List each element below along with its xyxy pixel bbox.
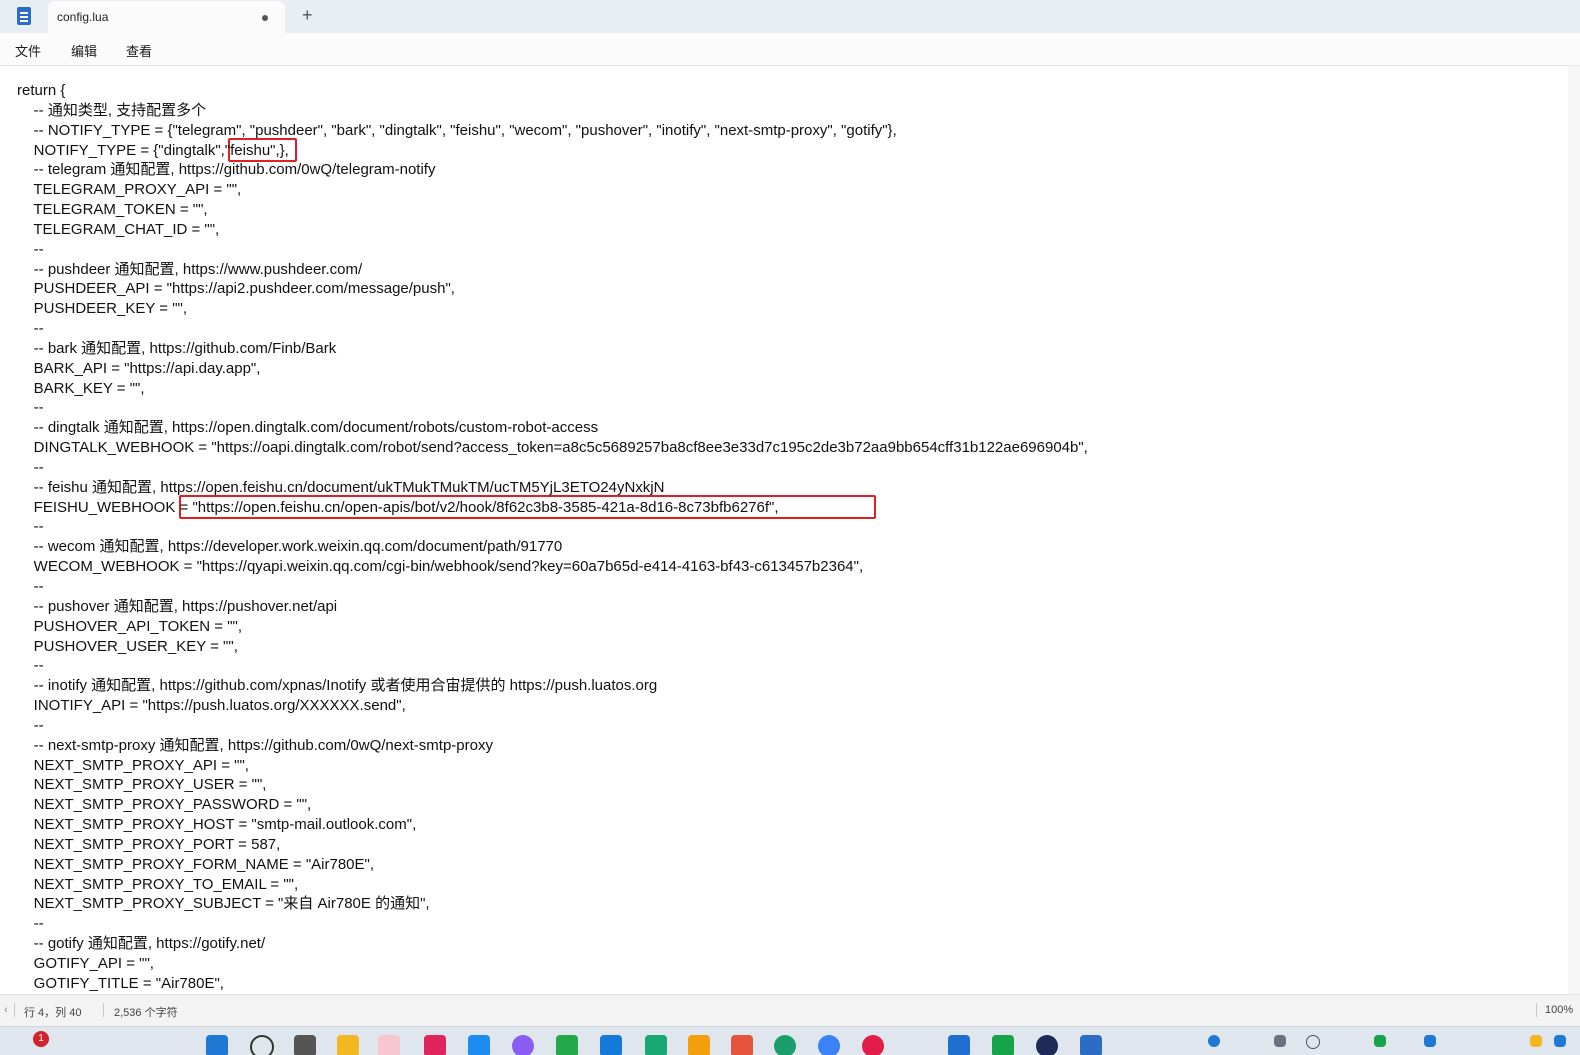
code-line: BARK_KEY = "", [17,379,145,397]
code-line: NEXT_SMTP_PROXY_HOST = "smtp-mail.outloo… [17,816,417,834]
code-line: PUSHDEER_KEY = "", [17,300,188,318]
tray-icon[interactable] [1554,1035,1566,1047]
code-line: -- bark 通知配置, https://github.com/Finb/Ba… [17,339,337,357]
code-line: -- gotify 通知配置, https://gotify.net/ [17,935,266,953]
notepad-app-icon [17,7,31,25]
text-editor[interactable]: return { -- 通知类型, 支持配置多个 -- NOTIFY_TYPE … [0,66,1568,994]
code-line: -- [17,240,44,258]
code-line: -- [17,915,44,933]
code-line: NEXT_SMTP_PROXY_FORM_NAME = "Air780E", [17,855,374,873]
search-icon[interactable] [250,1035,274,1055]
tray-icon[interactable] [1208,1035,1220,1047]
menu-view[interactable]: 查看 [126,41,152,60]
tray-icon[interactable] [1274,1035,1286,1047]
notepad-taskbar-icon[interactable] [1080,1035,1102,1055]
code-line: -- [17,657,44,675]
code-line: FEISHU_WEBHOOK = "https://open.feishu.cn… [17,498,779,516]
code-line: GOTIFY_TITLE = "Air780E", [17,974,224,992]
code-line: NOTIFY_TYPE = {"dingtalk","feishu",}, [17,141,289,159]
menu-edit[interactable]: 编辑 [71,41,97,60]
app-icon-purple[interactable] [512,1035,534,1055]
code-line: TELEGRAM_TOKEN = "", [17,201,208,219]
tray-icon[interactable] [1530,1035,1542,1047]
unsaved-dot-icon[interactable] [262,15,268,21]
code-line: -- [17,518,44,536]
app-icon-orange[interactable] [688,1035,710,1055]
code-line: -- wecom 通知配置, https://developer.work.we… [17,538,563,556]
edge-browser-icon[interactable] [774,1035,796,1055]
code-line: -- [17,578,44,595]
code-line: DINGTALK_WEBHOOK = "https://oapi.dingtal… [17,439,1088,457]
code-line: -- [17,320,44,338]
code-line: -- dingtalk 通知配置, https://open.dingtalk.… [17,419,599,437]
code-line: -- telegram 通知配置, https://github.com/0wQ… [17,161,436,179]
app-icon-dark[interactable] [1036,1035,1058,1055]
wechat-icon[interactable] [378,1035,400,1055]
code-line: -- next-smtp-proxy 通知配置, https://github.… [17,736,493,754]
zoom-level[interactable]: 100% [1545,1004,1573,1016]
vertical-scrollbar[interactable] [1568,66,1580,994]
task-view-icon[interactable] [294,1035,316,1055]
tab-bar: config.lua + [0,0,1580,33]
code-line: NEXT_SMTP_PROXY_API = "", [17,756,249,774]
code-line: INOTIFY_API = "https://push.luatos.org/X… [17,697,406,715]
scroll-left-icon[interactable]: ‹ [4,1004,8,1016]
code-line: TELEGRAM_CHAT_ID = "", [17,220,220,238]
new-tab-button[interactable]: + [302,5,313,25]
code-line: -- inotify 通知配置, https://github.com/xpna… [17,677,658,695]
app-icon-pink[interactable] [424,1035,446,1055]
status-divider [1536,1003,1537,1017]
code-line: NEXT_SMTP_PROXY_PORT = 587, [17,835,281,853]
tab-config-lua[interactable]: config.lua [48,1,285,33]
start-icon[interactable] [206,1035,228,1055]
code-line: NEXT_SMTP_PROXY_TO_EMAIL = "", [17,875,299,893]
taskbar: 1 [0,1026,1580,1055]
code-line: TELEGRAM_PROXY_API = "", [17,181,242,199]
code-line: PUSHOVER_API_TOKEN = "", [17,617,243,635]
code-line: NEXT_SMTP_PROXY_USER = "", [17,776,267,794]
app-icon-monitor[interactable] [992,1035,1014,1055]
code-line: WECOM_WEBHOOK = "https://qyapi.weixin.qq… [17,558,864,576]
code-line: -- feishu 通知配置, https://open.feishu.cn/d… [17,478,665,496]
code-line: BARK_API = "https://api.day.app", [17,359,261,377]
code-line: -- NOTIFY_TYPE = {"telegram", "pushdeer"… [17,121,897,139]
notification-badge: 1 [33,1031,49,1047]
code-line: -- [17,399,44,417]
app-icon-green[interactable] [556,1035,578,1055]
app-icon-red[interactable] [731,1035,753,1055]
code-line: -- 通知类型, 支持配置多个 [17,101,207,119]
app-icon-outlook[interactable] [600,1035,622,1055]
app-icon-teal[interactable] [645,1035,667,1055]
code-line: return { [17,82,66,99]
code-line: GOTIFY_API = "", [17,954,154,972]
code-line: -- pushover 通知配置, https://pushover.net/a… [17,597,338,615]
status-divider [14,1003,15,1017]
app-icon-circle[interactable] [818,1035,840,1055]
app-icon-shield[interactable] [948,1035,970,1055]
app-icon-blue[interactable] [468,1035,490,1055]
code-line: -- pushdeer 通知配置, https://www.pushdeer.c… [17,260,363,278]
tray-icon[interactable] [1306,1035,1320,1049]
cursor-position: 行 4，列 40 [24,1007,82,1019]
tab-title: config.lua [57,10,109,24]
menu-file[interactable]: 文件 [15,41,41,60]
tray-icon[interactable] [1424,1035,1436,1047]
character-count: 2,536 个字符 [114,1007,178,1019]
code-line: -- [17,716,44,734]
code-line: -- [17,458,44,476]
code-line: PUSHOVER_USER_KEY = "", [17,637,238,655]
code-line: NEXT_SMTP_PROXY_SUBJECT = "来自 Air780E 的通… [17,895,430,913]
code-line: PUSHDEER_API = "https://api2.pushdeer.co… [17,280,455,298]
status-bar: ‹ 行 4，列 40 2,536 个字符 100% [0,994,1580,1027]
file-explorer-icon[interactable] [337,1035,359,1055]
status-divider [103,1003,104,1017]
menu-bar: 文件 编辑 查看 [0,33,1580,66]
app-icon-rose[interactable] [862,1035,884,1055]
tray-icon[interactable] [1374,1035,1386,1047]
code-line: NEXT_SMTP_PROXY_PASSWORD = "", [17,796,312,814]
